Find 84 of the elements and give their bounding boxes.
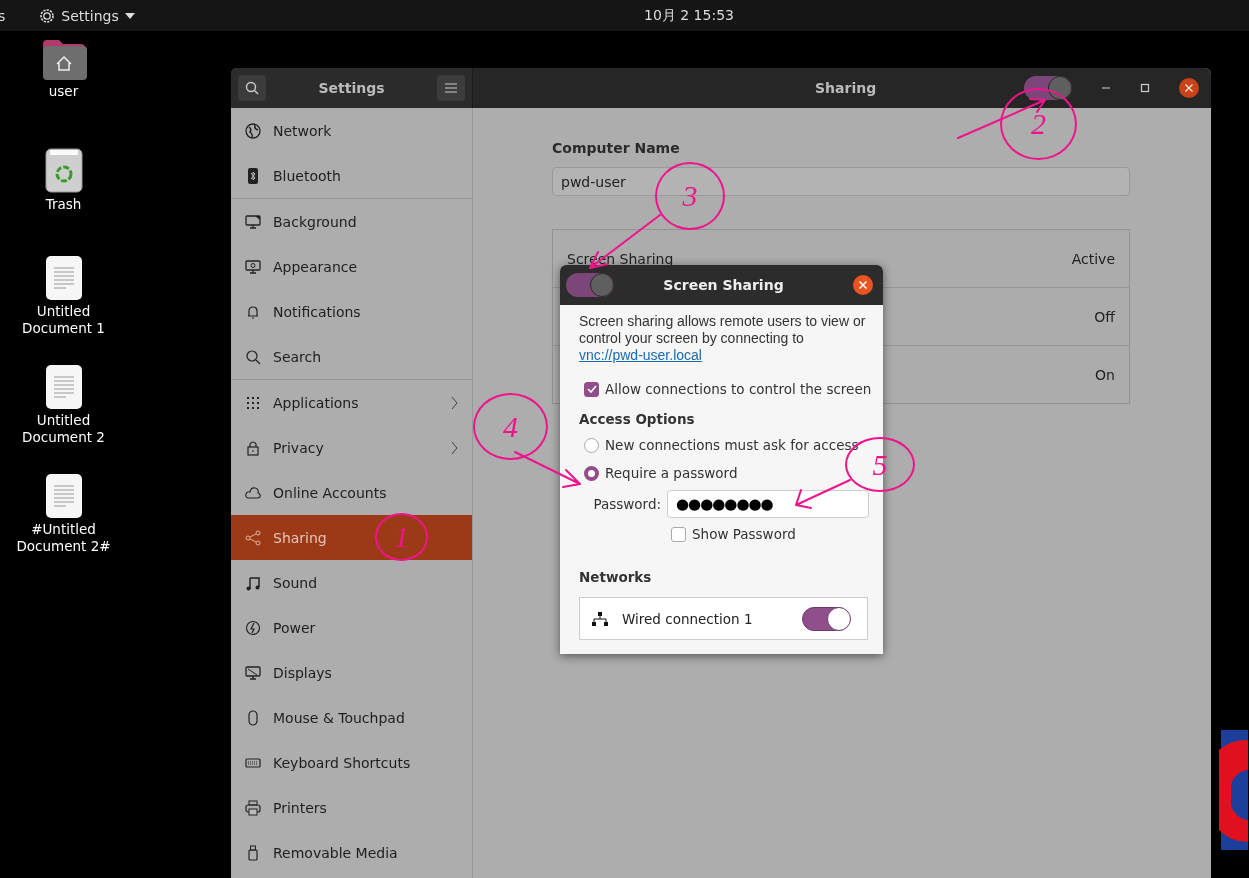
annotation-circle: 2: [1000, 88, 1077, 160]
sidebar-item[interactable]: Mouse & Touchpad: [231, 695, 472, 740]
service-status: On: [1095, 366, 1115, 383]
sidebar-item[interactable]: Background: [231, 199, 472, 244]
sidebar-item[interactable]: Search: [231, 334, 472, 379]
checkbox[interactable]: Show Password: [671, 526, 796, 542]
search-icon: [245, 81, 259, 95]
mouse-icon: [245, 709, 261, 726]
caret-icon: [124, 12, 135, 19]
icon-label: #Untitled Document 2#: [15, 521, 112, 555]
sidebar-title: Settings: [318, 80, 385, 96]
network-name: Wired connection 1: [622, 610, 754, 627]
app-menu[interactable]: Settings: [39, 7, 135, 24]
bluetooth-icon: [245, 167, 261, 184]
sidebar-item[interactable]: Bluetooth: [231, 153, 472, 198]
lock-icon: [245, 439, 261, 456]
grid-icon: [245, 394, 261, 411]
menu-icon: [445, 83, 457, 93]
section-heading: Networks: [579, 569, 653, 585]
minimize-icon: [1101, 87, 1111, 89]
radio-button[interactable]: Require a password: [584, 459, 738, 487]
document-icon: [45, 365, 82, 409]
monitor-icon: [245, 258, 261, 275]
close-icon[interactable]: [1179, 78, 1199, 98]
bell-icon: [245, 303, 261, 320]
sidebar-item[interactable]: Privacy: [231, 425, 472, 470]
checkbox[interactable]: Allow connections to control the screen: [584, 381, 872, 397]
network-icon: [592, 611, 608, 626]
icon-label: Untitled Document 2: [21, 412, 106, 446]
toggle-switch[interactable]: [1024, 76, 1072, 100]
sidebar-item[interactable]: Displays: [231, 650, 472, 695]
clock[interactable]: 10月 2 15:53: [644, 7, 734, 25]
icon-label: user: [47, 83, 80, 100]
toggle-switch[interactable]: [566, 273, 614, 297]
search-icon: [245, 348, 261, 365]
sidebar-item[interactable]: Applications: [231, 380, 472, 425]
monitor-icon: [245, 213, 261, 230]
sidebar-item[interactable]: Notifications: [231, 289, 472, 334]
service-status: Active: [1071, 250, 1115, 267]
search-button[interactable]: [238, 75, 266, 101]
sidebar-item[interactable]: Power: [231, 605, 472, 650]
annotation-circle: 1: [375, 513, 428, 561]
annotation-arrow: [514, 451, 581, 488]
folder-icon: [40, 38, 87, 80]
chevron-icon: [451, 395, 458, 410]
password-field[interactable]: ●●●●●●●●: [667, 490, 869, 518]
sidebar-item[interactable]: Sound: [231, 560, 472, 605]
document-icon: [45, 256, 82, 300]
sidebar-item[interactable]: Appearance: [231, 244, 472, 289]
trash-icon: [44, 147, 83, 193]
sidebar-item[interactable]: Network: [231, 108, 472, 153]
icon-label: Trash: [44, 196, 83, 213]
annotation-circle: 4: [473, 393, 548, 460]
sidebar-item[interactable]: Online Accounts: [231, 470, 472, 515]
description-text: Screen sharing allows remote users to view or control your screen by connecting to vnc://pwd-user.local: [579, 313, 867, 364]
sidebar-item[interactable]: Removable Media: [231, 830, 472, 875]
icon-label: Untitled Document 1: [21, 303, 106, 337]
monitor-icon: [245, 664, 261, 681]
globe-icon: [245, 122, 261, 139]
section-heading: Computer Name: [552, 140, 681, 156]
gear-icon: [39, 7, 56, 24]
toggle-switch[interactable]: [802, 606, 850, 631]
sidebar-item[interactable]: Printers: [231, 785, 472, 830]
vnc-link[interactable]: vnc://pwd-user.local: [579, 347, 702, 363]
printer-icon: [245, 799, 261, 816]
share-icon: [245, 529, 261, 546]
annotation-circle: 3: [655, 162, 725, 230]
section-heading: Access Options: [579, 411, 696, 427]
close-icon[interactable]: [853, 275, 873, 295]
chevron-icon: [451, 440, 458, 455]
radio-button[interactable]: New connections must ask for access: [584, 431, 859, 459]
window-title: Sharing: [815, 80, 877, 96]
sidebar-item[interactable]: Keyboard Shortcuts: [231, 740, 472, 785]
field-label: Password:: [592, 496, 661, 512]
usb-drive-icon: [245, 844, 261, 861]
service-status: Off: [1094, 308, 1115, 325]
document-icon: [45, 474, 82, 518]
maximize-icon: [1140, 83, 1150, 93]
cloud-icon: [245, 484, 261, 501]
music-note-icon: [245, 574, 261, 591]
dialog-title: Screen Sharing: [662, 277, 785, 293]
menu-button[interactable]: [437, 75, 465, 101]
power-icon: [245, 619, 261, 636]
checkmark-icon: [586, 385, 597, 393]
